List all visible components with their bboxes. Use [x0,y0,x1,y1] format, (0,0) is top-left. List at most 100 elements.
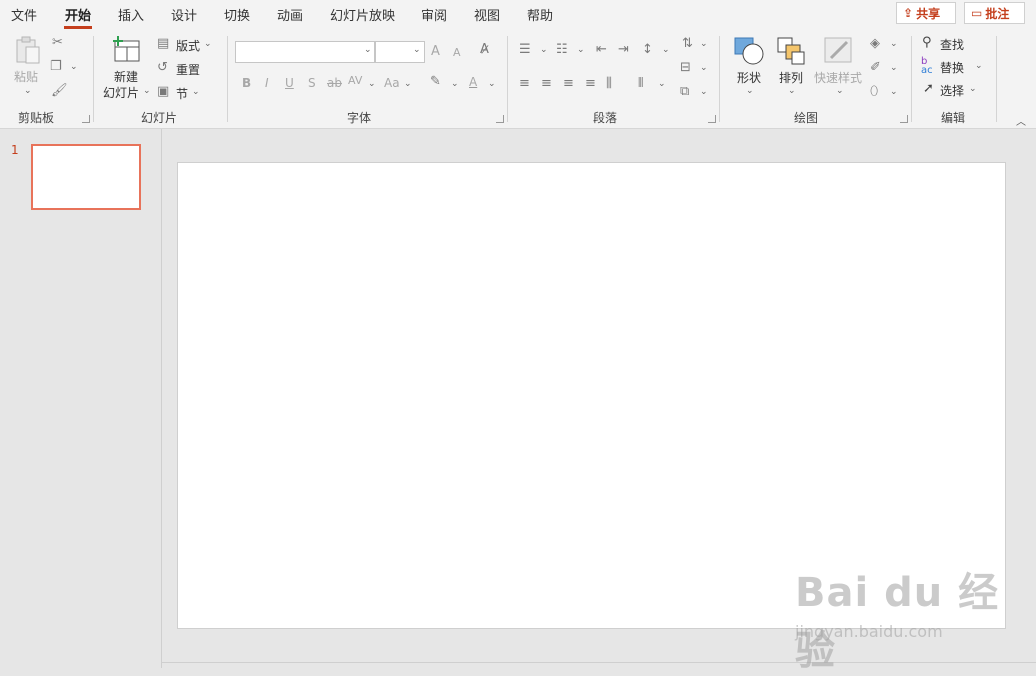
columns-chevron-icon[interactable]: ⌄ [658,79,666,89]
quick-styles-chevron-icon[interactable]: ⌄ [836,86,844,96]
arrange-button[interactable]: 排列 [779,69,803,86]
arrange-icon[interactable] [776,36,808,66]
line-spacing-icon[interactable]: ↕ [642,42,653,57]
arrange-chevron-icon[interactable]: ⌄ [788,86,796,96]
font-color-chevron-icon[interactable]: ⌄ [488,79,496,89]
numbering-icon[interactable]: ☷ [556,42,568,57]
char-spacing-button[interactable]: AV [348,74,362,87]
comments-button[interactable]: ▭ 批注 [964,2,1025,24]
select-button[interactable]: 选择 [940,82,964,99]
align-center-icon[interactable]: ≡ [541,76,552,91]
copy-chevron-icon[interactable]: ⌄ [70,62,78,72]
clipboard-launcher-icon[interactable] [82,115,90,123]
paragraph-launcher-icon[interactable] [708,115,716,123]
layout-chevron-icon[interactable]: ⌄ [204,39,212,49]
quick-styles-button[interactable]: 快速样式 [814,69,862,86]
slide-thumbnail[interactable] [31,144,141,210]
font-name-input[interactable] [235,41,375,63]
decrease-indent-icon[interactable]: ⇤ [596,42,607,57]
tab-view[interactable]: 视图 [474,5,500,24]
char-spacing-chevron-icon[interactable]: ⌄ [368,79,376,89]
font-name-chevron-icon[interactable]: ⌄ [364,45,372,55]
highlight-chevron-icon[interactable]: ⌄ [451,79,459,89]
drawing-launcher-icon[interactable] [900,115,908,123]
bold-button[interactable]: B [242,76,251,90]
share-button[interactable]: ⇪ 共享 [896,2,956,24]
shape-fill-icon[interactable]: ◈ [870,36,880,51]
shapes-icon[interactable] [733,36,765,66]
reset-button[interactable]: 重置 [176,61,200,78]
change-case-chevron-icon[interactable]: ⌄ [404,79,412,89]
justify-icon[interactable]: ≡ [585,76,596,91]
change-case-button[interactable]: Aa [384,76,400,90]
copy-icon[interactable]: ❐ [50,59,62,74]
numbering-chevron-icon[interactable]: ⌄ [577,45,585,55]
align-text-icon[interactable]: ⊟ [680,60,691,75]
new-slide-label-2[interactable]: 幻灯片 [103,84,139,101]
highlight-icon[interactable]: ✎ [430,74,441,89]
replace-icon[interactable]: b ac [921,57,933,76]
paste-button[interactable]: 粘贴 [14,68,38,85]
slide-canvas[interactable] [177,162,1006,629]
layout-button[interactable]: 版式 [176,37,200,54]
shape-outline-icon[interactable]: ✐ [870,60,881,75]
section-chevron-icon[interactable]: ⌄ [192,87,200,97]
shadow-button[interactable]: S [308,76,316,90]
tab-animations[interactable]: 动画 [277,5,303,24]
new-slide-icon[interactable] [112,36,142,64]
paste-icon[interactable] [14,36,42,66]
replace-button[interactable]: 替换 [940,59,964,76]
select-cursor-icon[interactable]: ➚ [923,81,934,96]
align-right-icon[interactable]: ≡ [563,76,574,91]
shrink-font-icon[interactable]: A [453,46,461,59]
shapes-button[interactable]: 形状 [737,69,761,86]
underline-button[interactable]: U [285,76,294,90]
align-left-icon[interactable]: ≡ [519,76,530,91]
smartart-chevron-icon[interactable]: ⌄ [700,87,708,97]
new-slide-label[interactable]: 新建 [114,68,138,85]
format-painter-icon[interactable]: 🖌 [51,83,68,98]
tab-home[interactable]: 开始 [63,5,93,29]
smartart-icon[interactable]: ⧉ [680,84,689,99]
tab-review[interactable]: 审阅 [421,5,447,24]
reset-icon[interactable]: ↺ [157,60,168,75]
tab-transitions[interactable]: 切换 [224,5,250,24]
tab-file[interactable]: 文件 [11,5,37,24]
section-button[interactable]: 节 [176,85,188,102]
section-icon[interactable]: ▣ [157,84,169,99]
font-color-icon[interactable]: A [469,75,477,89]
shapes-chevron-icon[interactable]: ⌄ [746,86,754,96]
strikethrough-button[interactable]: ab [327,76,342,90]
paste-chevron-icon[interactable]: ⌄ [24,86,32,96]
align-text-chevron-icon[interactable]: ⌄ [700,63,708,73]
tab-design[interactable]: 设计 [171,5,197,24]
replace-chevron-icon[interactable]: ⌄ [975,61,983,71]
grow-font-icon[interactable]: A [431,44,440,59]
font-size-chevron-icon[interactable]: ⌄ [413,45,421,55]
tab-help[interactable]: 帮助 [527,5,553,24]
find-button[interactable]: 查找 [940,36,964,53]
bullets-icon[interactable]: ☰ [519,42,531,57]
tab-slideshow[interactable]: 幻灯片放映 [330,5,395,24]
quick-styles-icon[interactable] [823,36,855,66]
select-chevron-icon[interactable]: ⌄ [969,84,977,94]
cut-icon[interactable]: ✂ [52,35,63,50]
collapse-ribbon-icon[interactable]: ︿ [1016,113,1026,128]
line-spacing-chevron-icon[interactable]: ⌄ [662,45,670,55]
text-direction-chevron-icon[interactable]: ⌄ [700,39,708,49]
shape-fill-chevron-icon[interactable]: ⌄ [890,39,898,49]
find-icon[interactable]: ⚲ [922,35,932,50]
columns-icon[interactable]: ⫴ [638,76,643,91]
tab-insert[interactable]: 插入 [118,5,144,24]
shape-outline-chevron-icon[interactable]: ⌄ [890,63,898,73]
shape-effects-icon[interactable]: ⬯ [870,84,878,99]
shape-effects-chevron-icon[interactable]: ⌄ [890,87,898,97]
distributed-icon[interactable]: ⫼ [606,76,612,91]
clear-formatting-icon[interactable]: A̷ [480,42,489,57]
increase-indent-icon[interactable]: ⇥ [618,42,629,57]
italic-button[interactable]: I [265,76,269,90]
bullets-chevron-icon[interactable]: ⌄ [540,45,548,55]
font-launcher-icon[interactable] [496,115,504,123]
new-slide-chevron-icon[interactable]: ⌄ [143,86,151,96]
text-direction-icon[interactable]: ⇅ [682,36,693,51]
